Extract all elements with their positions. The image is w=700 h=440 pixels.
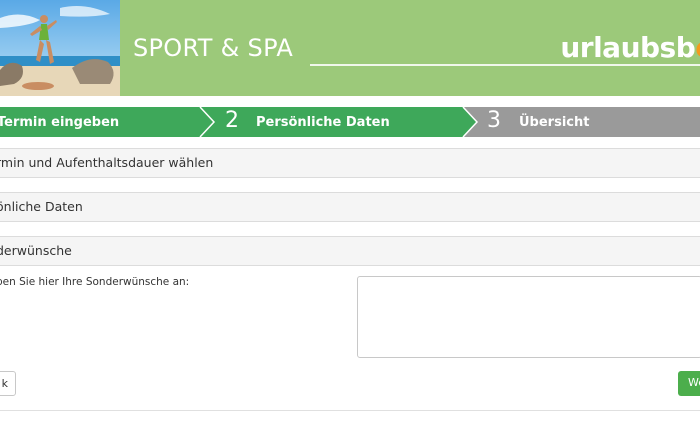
step-persoenliche-daten[interactable]: 2 Persönliche Daten [205,107,465,137]
special-requests-label: ben Sie hier Ihre Sonderwünsche an: [0,276,190,288]
bottom-divider [0,410,700,411]
back-button[interactable]: k [0,371,16,396]
step-number: 3 [487,108,501,133]
section-persoenliche-daten-header[interactable]: önliche Daten [0,192,700,222]
section-termin-header[interactable]: rmin und Aufenthaltsdauer wählen [0,148,700,178]
back-button-label: k [1,377,8,390]
section-title: önliche Daten [0,199,83,214]
special-requests-textarea[interactable] [357,276,700,358]
step-number: 2 [225,108,239,133]
booking-steps: Termin eingeben 2 Persönliche Daten 3 Üb… [0,107,700,137]
logo-text: urlaubsb [560,31,696,64]
step-termin[interactable]: Termin eingeben [0,107,205,137]
step-label: Persönliche Daten [256,115,390,130]
next-button-label: We [688,376,700,389]
next-button[interactable]: We [678,371,700,396]
brand-logo[interactable]: urlaubsbo [560,31,700,64]
page-header: SPORT & SPA urlaubsbo [0,0,700,96]
section-sonderwuensche-header[interactable]: derwünsche [0,236,700,266]
logo-accent-letter: o [695,31,700,64]
section-title: rmin und Aufenthaltsdauer wählen [0,155,214,170]
step-uebersicht[interactable]: 3 Übersicht [465,107,700,137]
hero-image [0,0,120,96]
brand-title: SPORT & SPA [133,34,294,62]
step-label: Termin eingeben [0,115,120,130]
section-title: derwünsche [0,243,72,258]
step-label: Übersicht [519,115,590,130]
header-divider [310,64,700,66]
